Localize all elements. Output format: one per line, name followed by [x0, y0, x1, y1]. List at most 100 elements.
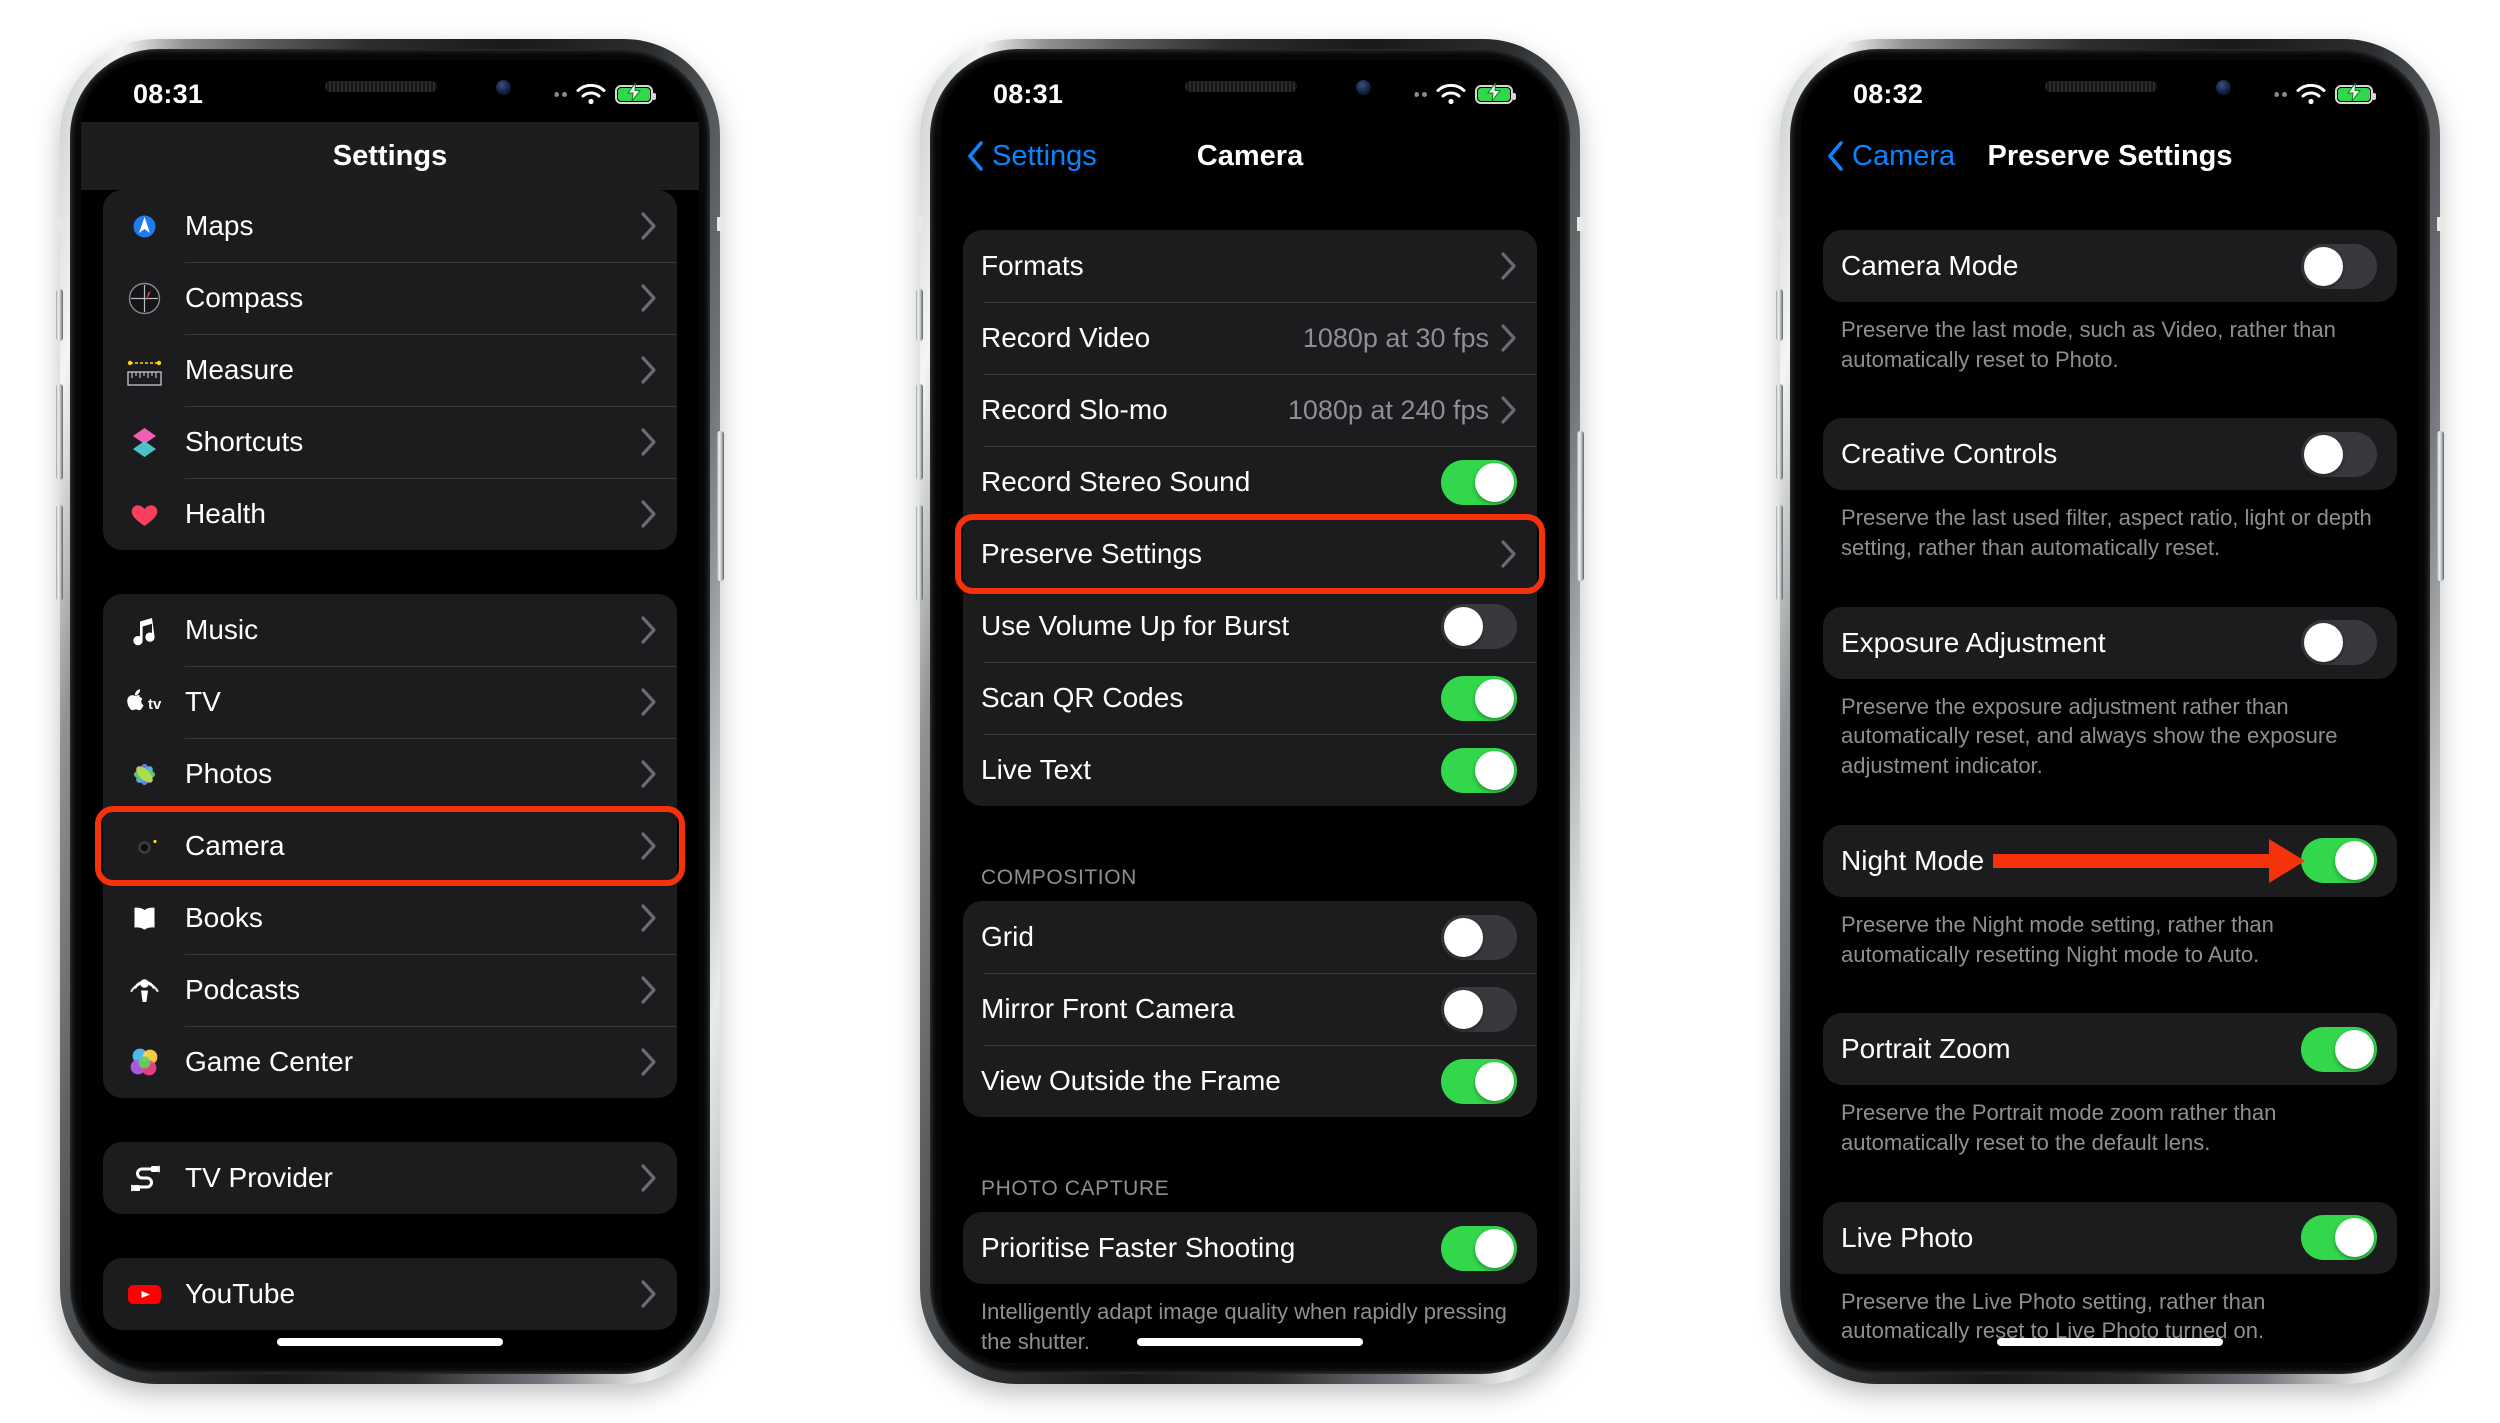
scroll-content[interactable]: Maps Compass Measure Shortcuts Health Music tv… [81, 190, 699, 1363]
chevron-right-icon [1501, 324, 1516, 352]
chevron-right-icon [641, 904, 656, 932]
row-view-outside-the-frame[interactable]: View Outside the Frame [963, 1045, 1537, 1117]
settings-group: Portrait Zoom [1823, 1013, 2397, 1086]
row-music[interactable]: Music [103, 594, 677, 666]
row-camera-mode[interactable]: Camera Mode [1823, 230, 2397, 302]
row-game-center[interactable]: Game Center [103, 1026, 677, 1098]
chevron-right-icon [1501, 252, 1516, 280]
row-portrait-zoom[interactable]: Portrait Zoom [1823, 1013, 2397, 1085]
row-tv[interactable]: tv TV [103, 666, 677, 738]
toggle-knob [1475, 462, 1514, 502]
row-podcasts[interactable]: Podcasts [103, 954, 677, 1026]
toggle-switch[interactable] [1441, 675, 1517, 721]
scroll-content[interactable]: Formats Record Video 1080p at 30 fps Record… [941, 190, 1559, 1363]
earpiece-speaker [1185, 81, 1298, 92]
mute-switch[interactable] [916, 289, 923, 341]
chevron-right-icon [641, 904, 657, 932]
toggle-knob [2335, 841, 2374, 881]
toggle-switch[interactable] [2301, 620, 2377, 666]
toggle-switch[interactable] [1441, 1225, 1517, 1271]
toggle-switch[interactable] [1441, 1058, 1517, 1104]
row-health[interactable]: Health [103, 478, 677, 550]
mute-switch[interactable] [1776, 289, 1783, 341]
row-prioritise-faster-shooting[interactable]: Prioritise Faster Shooting [963, 1212, 1537, 1284]
status-indicators [538, 77, 656, 105]
row-preserve-settings[interactable]: Preserve Settings [963, 518, 1537, 590]
row-measure[interactable]: Measure [103, 334, 677, 406]
volume-button[interactable] [916, 384, 923, 480]
row-label: Books [185, 902, 263, 933]
row-mirror-front-camera[interactable]: Mirror Front Camera [963, 973, 1537, 1045]
back-button-label: Camera [1852, 139, 1956, 172]
toggle-switch[interactable] [1441, 459, 1517, 505]
toggle-switch[interactable] [1441, 603, 1517, 649]
row-live-text[interactable]: Live Text [963, 734, 1537, 806]
row-label: Record Stereo Sound [981, 466, 1251, 497]
row-label: Game Center [185, 1046, 354, 1077]
chevron-right-icon [1501, 252, 1517, 280]
row-label: YouTube [185, 1278, 296, 1309]
volume-button[interactable] [56, 505, 63, 601]
toggle-switch[interactable] [2301, 838, 2377, 884]
row-creative-controls[interactable]: Creative Controls [1823, 418, 2397, 490]
row-formats[interactable]: Formats [963, 230, 1537, 302]
chevron-right-icon [641, 428, 656, 456]
toggle-switch[interactable] [2301, 243, 2377, 289]
game-center-icon [121, 1039, 168, 1086]
row-shortcuts[interactable]: Shortcuts [103, 406, 677, 478]
toggle-knob [2335, 1218, 2374, 1258]
power-button[interactable] [1577, 431, 1584, 581]
wifi-icon [2296, 83, 2326, 105]
scroll-content[interactable]: Camera Mode Preserve the last mode, such … [1801, 190, 2419, 1363]
row-use-volume-up-for-burst[interactable]: Use Volume Up for Burst [963, 590, 1537, 662]
chevron-right-icon [1501, 540, 1517, 568]
row-photos[interactable]: Photos [103, 738, 677, 810]
volume-button[interactable] [56, 384, 63, 480]
chevron-left-icon [968, 141, 983, 171]
status-time: 08:31 [993, 78, 1064, 109]
settings-list: Maps Compass Measure Shortcuts Health Music tv… [81, 190, 699, 1330]
power-button[interactable] [717, 431, 724, 581]
chevron-right-icon [641, 284, 657, 312]
row-live-photo[interactable]: Live Photo [1823, 1202, 2397, 1274]
row-label: Mirror Front Camera [981, 993, 1235, 1024]
toggle-switch[interactable] [2301, 1215, 2377, 1261]
row-night-mode[interactable]: Night Mode [1823, 825, 2397, 897]
toggle-switch[interactable] [1441, 914, 1517, 960]
row-maps[interactable]: Maps [103, 190, 677, 262]
row-tv-provider[interactable]: TV Provider [103, 1142, 677, 1214]
row-label: Scan QR Codes [981, 682, 1184, 713]
toggle-switch[interactable] [2301, 431, 2377, 477]
row-record-slo-mo[interactable]: Record Slo-mo 1080p at 240 fps [963, 374, 1537, 446]
row-scan-qr-codes[interactable]: Scan QR Codes [963, 662, 1537, 734]
row-grid[interactable]: Grid [963, 901, 1537, 973]
toggle-switch[interactable] [2301, 1026, 2377, 1072]
row-camera[interactable]: Camera [103, 810, 677, 882]
mute-switch[interactable] [56, 289, 63, 341]
volume-button[interactable] [916, 505, 923, 601]
camera-icon [121, 823, 168, 870]
measure-icon [121, 347, 168, 394]
row-exposure-adjustment[interactable]: Exposure Adjustment [1823, 607, 2397, 679]
chevron-right-icon [641, 212, 656, 240]
power-button[interactable] [2437, 431, 2444, 581]
toggle-knob [1444, 606, 1483, 646]
toggle-switch[interactable] [1441, 986, 1517, 1032]
screen-camera-settings: Formats Record Video 1080p at 30 fps Record… [941, 60, 1559, 1363]
nav-bar: Camera Preserve Settings [1801, 122, 2419, 190]
row-record-video[interactable]: Record Video 1080p at 30 fps [963, 302, 1537, 374]
back-button[interactable]: Settings [967, 140, 1097, 173]
row-label: Compass [185, 282, 304, 313]
row-record-stereo-sound[interactable]: Record Stereo Sound [963, 446, 1537, 518]
status-indicators [2258, 77, 2376, 105]
row-compass[interactable]: Compass [103, 262, 677, 334]
toggle-switch[interactable] [1441, 747, 1517, 793]
row-youtube[interactable]: YouTube [103, 1258, 677, 1330]
toggle-knob [1475, 678, 1514, 718]
row-books[interactable]: Books [103, 882, 677, 954]
back-button[interactable]: Camera [1827, 140, 1955, 173]
volume-button[interactable] [1776, 384, 1783, 480]
volume-button[interactable] [1776, 505, 1783, 601]
